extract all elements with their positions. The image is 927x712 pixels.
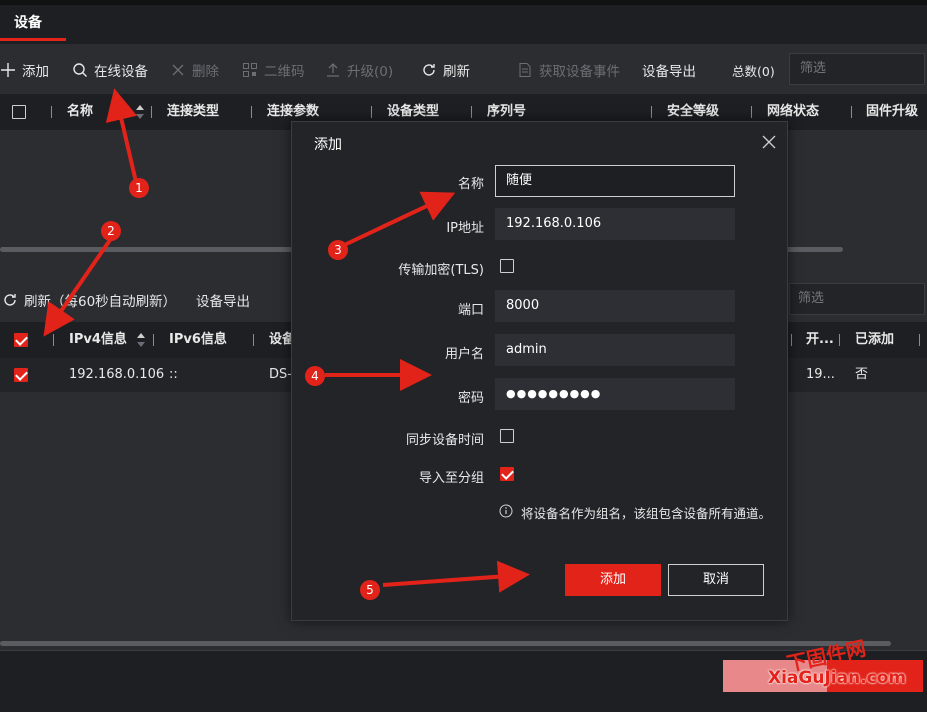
site-watermark-logo: 下固件网 XiaGuJian.com [768, 636, 918, 698]
column-separator [471, 106, 472, 118]
plus-icon [0, 62, 16, 78]
export-online-label: 设备导出 [196, 294, 250, 310]
confirm-add-button[interactable]: 添加 [565, 564, 661, 596]
name-label: 名称 [457, 177, 484, 192]
password-label: 密码 [457, 391, 484, 406]
upgrade-label: 升级(0) [347, 64, 394, 80]
column-separator [919, 334, 920, 346]
annotation-badge-3: 3 [328, 240, 348, 260]
annotation-badge-1: 1 [129, 178, 149, 198]
column-separator [151, 106, 152, 118]
select-all-online-checkbox[interactable] [14, 333, 28, 347]
password-field[interactable]: ●●●●●●●●● [495, 378, 735, 410]
filter-input[interactable]: 筛选 [789, 53, 925, 85]
ip-address-field[interactable]: 192.168.0.106 [495, 208, 735, 240]
column-added[interactable]: 已添加 [855, 322, 894, 358]
column-separator [251, 106, 252, 118]
tab-devices[interactable]: 设备 [0, 5, 56, 41]
filter-online-input[interactable]: 筛选 [789, 283, 925, 315]
export-online-button[interactable]: 设备导出 [196, 278, 250, 322]
total-count: 总数(0) [732, 48, 775, 92]
column-separator [53, 334, 54, 346]
search-icon [72, 62, 88, 78]
column-separator [651, 106, 652, 118]
column-separator [851, 106, 852, 118]
tls-checkbox[interactable] [500, 259, 514, 273]
total-label: 总数(0) [732, 63, 775, 79]
info-icon [499, 504, 513, 521]
cell-device: DS- [269, 367, 292, 382]
sort-icon[interactable] [135, 103, 145, 125]
username-field[interactable]: admin [495, 334, 735, 366]
column-separator [253, 334, 254, 346]
top-tab-bar [0, 0, 927, 44]
refresh-online-button[interactable]: 刷新（每60秒自动刷新） [2, 278, 176, 322]
column-ipv6[interactable]: IPv6信息 [169, 322, 227, 358]
annotation-badge-4: 4 [305, 366, 325, 386]
column-separator [839, 334, 840, 346]
port-field[interactable]: 8000 [495, 290, 735, 322]
column-connection-type[interactable]: 连接类型 [167, 94, 219, 130]
online-devices-label: 在线设备 [94, 64, 148, 80]
refresh-button[interactable]: 刷新 [421, 48, 470, 92]
refresh-icon [2, 292, 18, 308]
column-port[interactable]: 开... [806, 322, 834, 358]
column-firmware-upgrade[interactable]: 固件升级 [866, 94, 918, 130]
document-icon [517, 62, 533, 78]
delete-label: 删除 [192, 64, 219, 80]
cell-added: 否 [855, 367, 869, 382]
cell-port: 19... [806, 367, 835, 382]
column-separator [791, 334, 792, 346]
get-events-label: 获取设备事件 [539, 64, 620, 80]
select-all-checkbox[interactable] [12, 105, 26, 119]
online-devices-button[interactable]: 在线设备 [72, 48, 148, 92]
info-text: 将设备名作为组名，该组包含设备所有通道。 [521, 506, 772, 521]
import-group-label: 导入至分组 [418, 471, 484, 486]
name-field[interactable]: 随便 [495, 165, 735, 197]
sync-time-checkbox[interactable] [500, 429, 514, 443]
delete-button[interactable]: 删除 [170, 48, 219, 92]
add-label: 添加 [22, 64, 49, 80]
refresh-label: 刷新 [443, 64, 470, 80]
ip-label: IP地址 [446, 221, 484, 236]
cancel-button[interactable]: 取消 [668, 564, 764, 596]
cell-ipv6: :: [169, 367, 178, 382]
tls-label: 传输加密(TLS) [398, 263, 484, 278]
horizontal-scrollbar[interactable] [0, 641, 891, 646]
export-label: 设备导出 [642, 64, 696, 80]
add-device-dialog: 添加 名称 随便 IP地址 192.168.0.106 传输加密(TLS) 端口… [291, 121, 788, 621]
tab-active-indicator [0, 38, 66, 41]
port-label: 端口 [457, 303, 484, 318]
column-name[interactable]: 名称 [67, 94, 93, 130]
annotation-badge-5: 5 [360, 580, 380, 600]
upgrade-button[interactable]: 升级(0) [325, 48, 393, 92]
column-separator [371, 106, 372, 118]
add-button[interactable]: 添加 [0, 48, 49, 92]
column-separator [751, 106, 752, 118]
upload-icon [325, 62, 341, 78]
sync-time-label: 同步设备时间 [405, 433, 484, 448]
watermark-url: XiaGuJian.com [768, 668, 907, 688]
sort-icon[interactable] [136, 331, 146, 353]
refresh-online-label: 刷新（每60秒自动刷新） [24, 294, 177, 310]
username-label: 用户名 [444, 347, 484, 362]
cell-ipv4: 192.168.0.106 [69, 367, 165, 382]
export-button[interactable]: 设备导出 [642, 48, 696, 92]
qrcode-button[interactable]: 二维码 [242, 48, 305, 92]
info-note: 将设备名作为组名，该组包含设备所有通道。 [499, 503, 771, 522]
column-ipv4[interactable]: IPv4信息 [69, 322, 127, 358]
column-separator [51, 106, 52, 118]
qrcode-icon [242, 62, 258, 78]
close-icon [170, 62, 186, 78]
annotation-badge-2: 2 [101, 221, 121, 241]
import-group-checkbox[interactable] [500, 467, 514, 481]
column-separator [153, 334, 154, 346]
refresh-icon [421, 62, 437, 78]
row-checkbox[interactable] [14, 368, 28, 382]
dialog-title: 添加 [314, 137, 342, 153]
close-icon[interactable] [761, 134, 777, 150]
qrcode-label: 二维码 [264, 64, 305, 80]
get-events-button[interactable]: 获取设备事件 [517, 48, 620, 92]
